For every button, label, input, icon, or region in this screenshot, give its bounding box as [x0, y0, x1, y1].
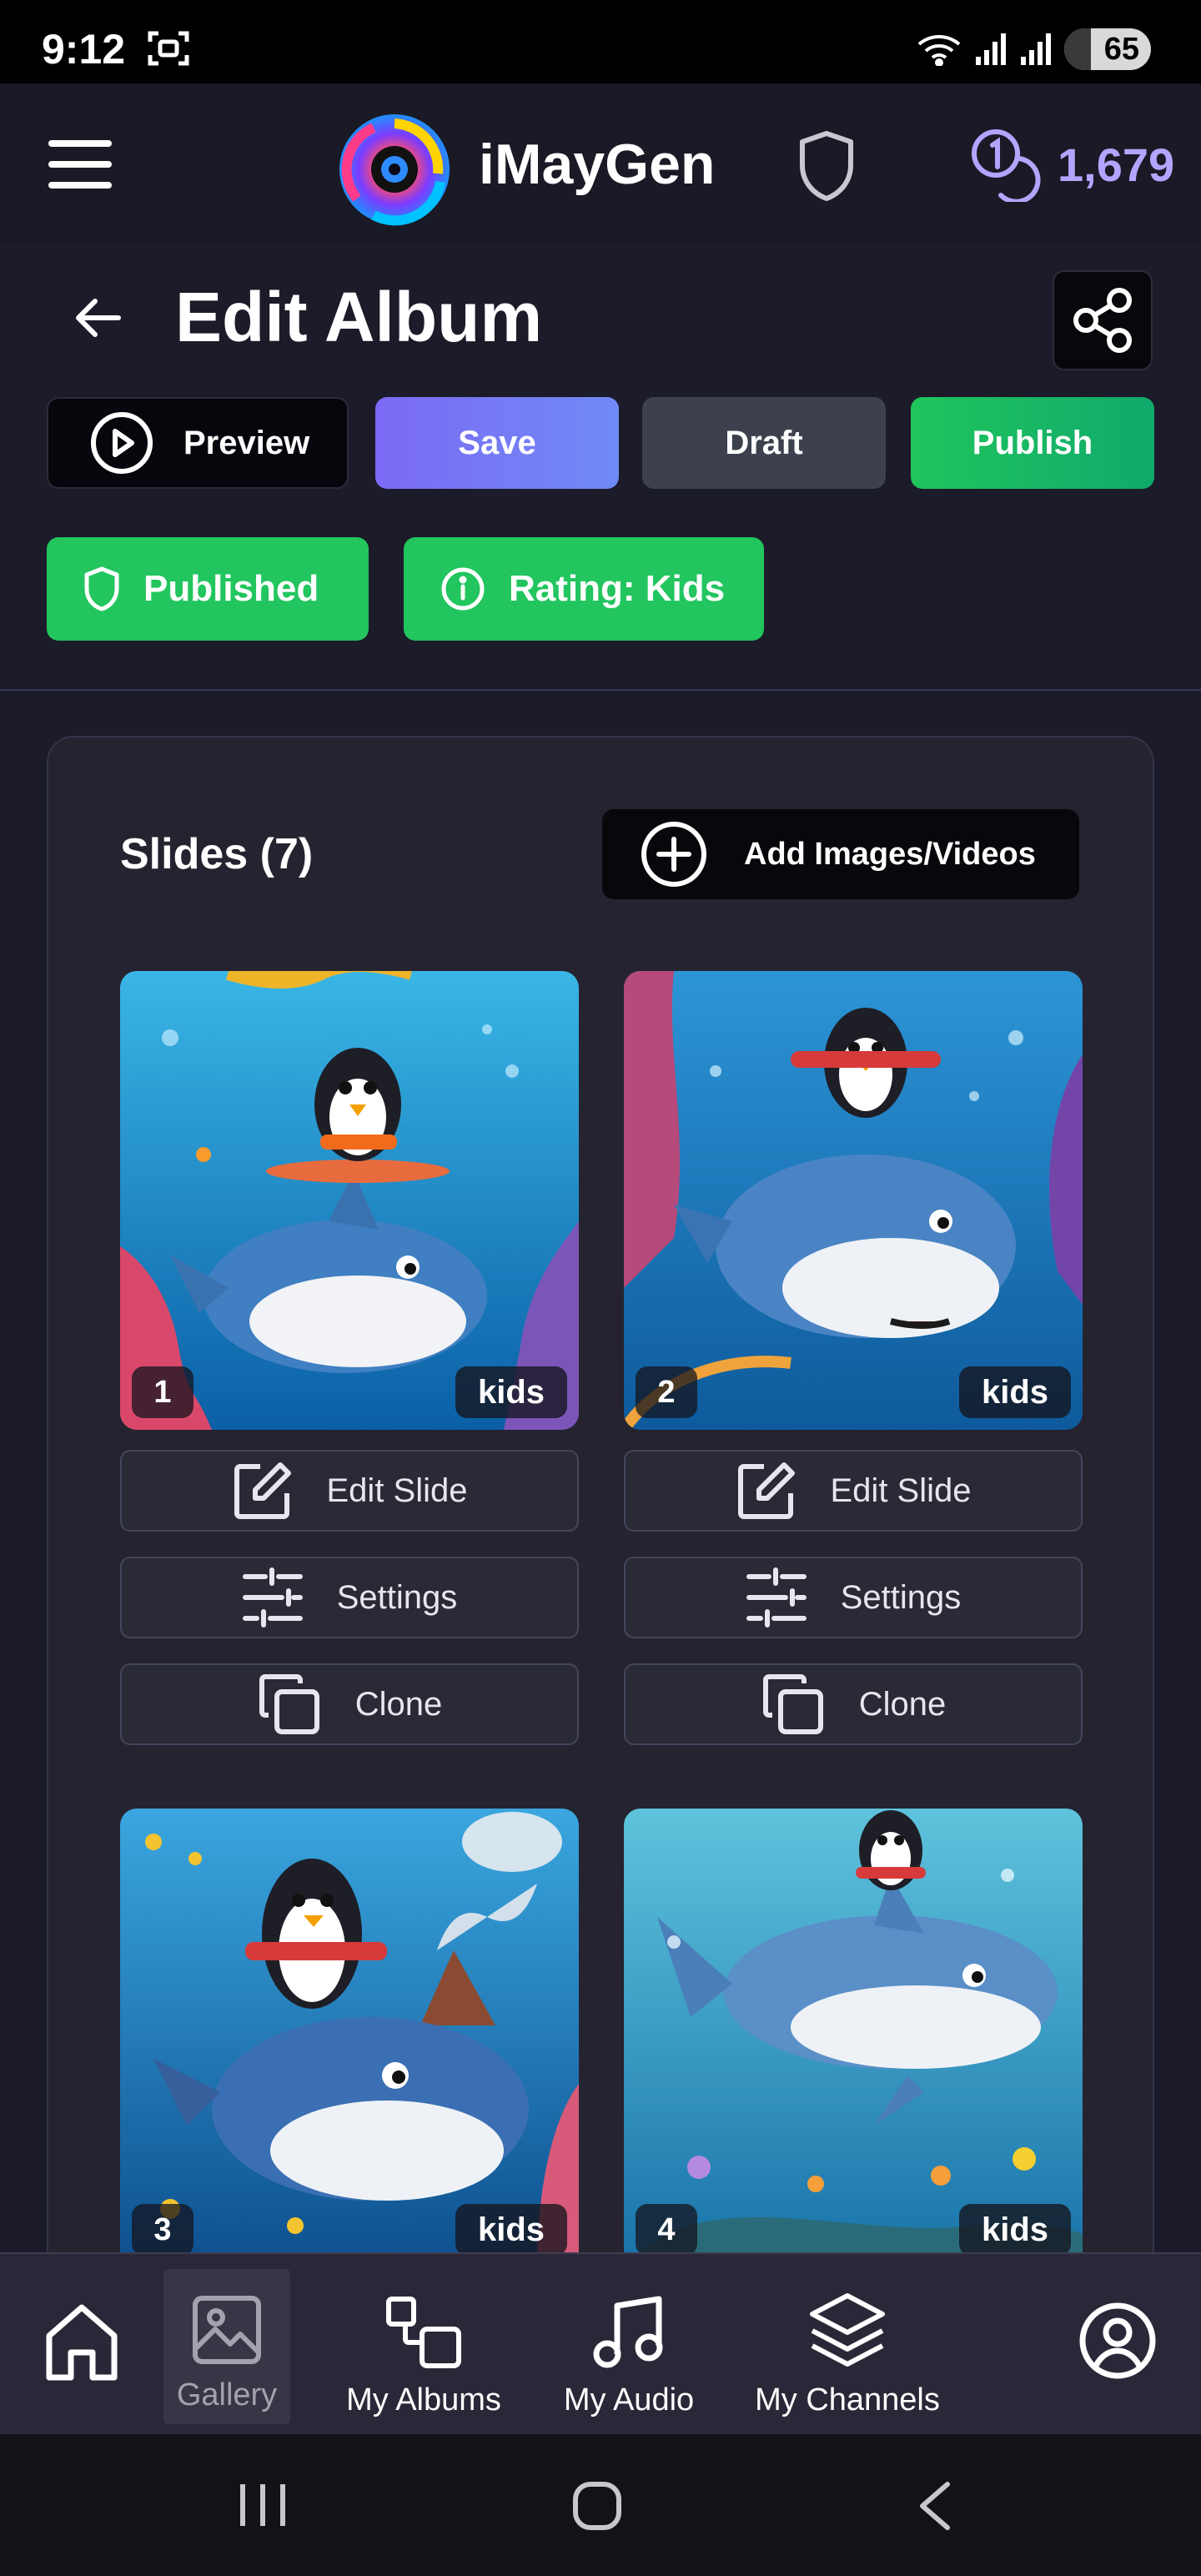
slide-card: 4 kids — [624, 1809, 1083, 2267]
credits-icon — [972, 129, 1041, 202]
signal-icon-2 — [1021, 33, 1051, 65]
slide-settings-button[interactable]: Settings — [624, 1557, 1083, 1638]
divider — [0, 689, 1201, 691]
nav-profile[interactable] — [1076, 2254, 1159, 2436]
settings-label: Settings — [840, 1578, 962, 1616]
battery-indicator: 65 — [1064, 28, 1151, 70]
slides-title: Slides (7) — [120, 830, 314, 878]
slide-card: 2 kids Edit Slide Settings Clone — [624, 971, 1083, 1745]
nav-gallery[interactable]: Gallery — [163, 2269, 290, 2424]
battery-level: 65 — [1103, 31, 1139, 67]
published-label: Published — [143, 568, 319, 609]
add-media-label: Add Images/Videos — [744, 836, 1036, 872]
slide-card: 1 kids Edit Slide Settings Clone — [120, 971, 579, 1745]
play-circle-icon — [91, 412, 153, 474]
nav-my-channels-label: My Channels — [755, 2382, 940, 2418]
publish-button[interactable]: Publish — [911, 397, 1154, 489]
status-time: 9:12 — [42, 26, 126, 73]
albums-icon — [386, 2297, 461, 2368]
settings-label: Settings — [336, 1578, 458, 1616]
slide-number: 1 — [132, 1366, 193, 1418]
nav-home[interactable] — [40, 2254, 123, 2436]
draft-button[interactable]: Draft — [642, 397, 886, 489]
slide-number: 3 — [132, 2204, 193, 2256]
copy-icon — [762, 1674, 823, 1734]
clone-label: Clone — [354, 1685, 443, 1723]
rating-badge: Rating: Kids — [404, 537, 764, 641]
clone-slide-button[interactable]: Clone — [624, 1663, 1083, 1745]
home-button-icon[interactable] — [572, 2481, 622, 2531]
clone-slide-button[interactable]: Clone — [120, 1663, 579, 1745]
status-icons: 65 — [916, 28, 1151, 70]
page-title: Edit Album — [175, 278, 543, 356]
back-nav-icon[interactable] — [916, 2481, 952, 2531]
sliders-icon — [242, 1567, 303, 1628]
nav-my-audio-label: My Audio — [563, 2382, 695, 2418]
signal-icon — [976, 33, 1006, 65]
home-icon — [46, 2304, 118, 2381]
rating-label: Rating: Kids — [509, 568, 726, 609]
preview-button[interactable]: Preview — [47, 397, 349, 489]
slide-number: 4 — [636, 2204, 697, 2256]
edit-icon — [234, 1462, 291, 1519]
back-arrow-icon[interactable] — [73, 297, 122, 339]
share-button[interactable] — [1053, 270, 1153, 370]
slide-tag: kids — [959, 1366, 1071, 1418]
nav-my-albums[interactable]: My Albums — [335, 2254, 512, 2436]
nav-my-channels[interactable]: My Channels — [749, 2254, 946, 2436]
shield-icon — [84, 566, 119, 611]
save-button[interactable]: Save — [375, 397, 619, 489]
slide-settings-button[interactable]: Settings — [120, 1557, 579, 1638]
nav-my-albums-label: My Albums — [346, 2382, 501, 2418]
system-nav — [0, 2434, 1201, 2576]
status-bar: 9:12 65 — [0, 0, 1201, 83]
slide-thumbnail[interactable]: 1 kids — [120, 971, 579, 1430]
credits-value: 1,679 — [1058, 138, 1175, 191]
slide-number: 2 — [636, 1366, 697, 1418]
slide-thumbnail[interactable]: 3 kids — [120, 1809, 579, 2267]
user-circle-icon — [1079, 2302, 1156, 2379]
wifi-icon — [917, 35, 961, 66]
edit-slide-button[interactable]: Edit Slide — [624, 1450, 1083, 1532]
plus-circle-icon — [641, 822, 706, 887]
slide-card: 3 kids — [120, 1809, 579, 2267]
copy-icon — [259, 1674, 319, 1734]
info-icon — [441, 567, 485, 611]
slide-thumbnail[interactable]: 2 kids — [624, 971, 1083, 1430]
preview-label: Preview — [183, 424, 310, 461]
recent-apps-icon[interactable] — [239, 2483, 287, 2528]
edit-icon — [737, 1462, 795, 1519]
image-icon — [193, 2296, 261, 2364]
slide-thumbnail[interactable]: 4 kids — [624, 1809, 1083, 2267]
edit-slide-button[interactable]: Edit Slide — [120, 1450, 579, 1532]
brand-name: iMayGen — [479, 133, 716, 196]
screenshot-icon — [147, 30, 190, 67]
clone-label: Clone — [858, 1685, 947, 1723]
published-badge: Published — [47, 537, 369, 641]
nav-gallery-label: Gallery — [176, 2377, 278, 2412]
slide-tag: kids — [455, 1366, 567, 1418]
sliders-icon — [746, 1567, 807, 1628]
edit-slide-label: Edit Slide — [830, 1472, 972, 1509]
music-note-icon — [593, 2296, 663, 2368]
menu-icon[interactable] — [48, 138, 112, 190]
edit-slide-label: Edit Slide — [326, 1472, 468, 1509]
add-media-button[interactable]: Add Images/Videos — [602, 809, 1079, 899]
credits-display[interactable]: 1,679 — [969, 127, 1174, 202]
shield-icon[interactable] — [797, 130, 856, 202]
app-header: iMayGen 1,679 — [0, 83, 1201, 245]
slide-tag: kids — [455, 2204, 567, 2256]
layers-icon — [810, 2293, 885, 2367]
share-icon — [1073, 288, 1132, 353]
bottom-nav: Gallery My Albums My Audio My Channels — [0, 2252, 1201, 2434]
logo[interactable] — [332, 107, 457, 232]
slide-tag: kids — [959, 2204, 1071, 2256]
nav-my-audio[interactable]: My Audio — [555, 2254, 702, 2436]
